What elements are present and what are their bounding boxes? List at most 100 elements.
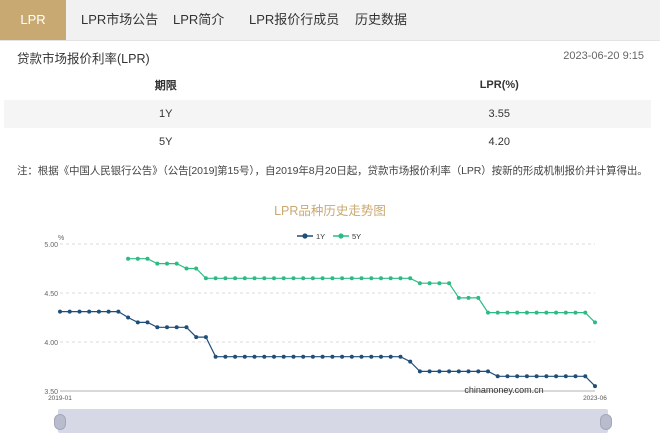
data-point-1y[interactable] [272,354,276,359]
data-point-5y[interactable] [330,276,335,281]
data-point-1y[interactable] [573,374,578,379]
data-point-1y[interactable] [359,354,364,359]
data-point-1y[interactable] [291,354,296,359]
data-point-5y[interactable] [524,310,529,315]
data-point-1y[interactable] [544,374,549,379]
data-point-1y[interactable] [242,354,247,359]
data-point-1y[interactable] [515,374,520,379]
data-point-5y[interactable] [272,276,276,281]
data-point-5y[interactable] [583,310,588,315]
data-point-5y[interactable] [349,276,354,281]
data-point-5y[interactable] [388,276,393,281]
legend-1y-label[interactable]: 1Y [316,232,325,241]
data-point-1y[interactable] [369,354,374,359]
data-point-5y[interactable] [174,261,179,266]
data-point-1y[interactable] [554,374,559,379]
data-point-1y[interactable] [524,374,529,379]
data-point-5y[interactable] [242,276,247,281]
data-point-1y[interactable] [408,359,413,364]
data-point-1y[interactable] [330,354,335,359]
data-point-5y[interactable] [417,281,422,286]
data-point-1y[interactable] [87,309,92,314]
data-point-1y[interactable] [281,354,286,359]
data-point-5y[interactable] [135,256,140,261]
data-point-1y[interactable] [534,374,539,379]
data-point-1y[interactable] [262,354,267,359]
data-point-1y[interactable] [252,354,257,359]
data-point-1y[interactable] [126,315,131,320]
data-point-1y[interactable] [447,369,452,374]
data-point-5y[interactable] [456,295,461,300]
data-point-5y[interactable] [301,276,306,281]
data-point-1y[interactable] [456,369,461,374]
data-point-5y[interactable] [213,276,218,281]
data-point-1y[interactable] [563,374,568,379]
data-point-1y[interactable] [349,354,354,359]
data-point-5y[interactable] [145,256,150,261]
data-point-5y[interactable] [447,281,452,286]
data-point-1y[interactable] [145,320,150,325]
data-point-5y[interactable] [486,310,490,315]
data-point-1y[interactable] [593,384,597,389]
data-point-5y[interactable] [359,276,364,281]
data-point-5y[interactable] [593,320,597,325]
data-point-5y[interactable] [476,295,481,300]
data-point-5y[interactable] [281,276,286,281]
data-point-1y[interactable] [135,320,140,325]
data-point-5y[interactable] [466,295,471,300]
chart-range-scrollbar[interactable] [54,409,612,433]
data-point-1y[interactable] [301,354,306,359]
range-end-handle[interactable] [600,414,612,430]
tab-lpr-market-announcement[interactable]: LPR市场公告 [66,0,158,40]
data-point-1y[interactable] [379,354,383,359]
data-point-1y[interactable] [174,325,179,330]
data-point-1y[interactable] [165,325,169,330]
data-point-1y[interactable] [233,354,238,359]
tab-lpr-quoting-banks[interactable]: LPR报价行成员 [234,0,340,40]
data-point-1y[interactable] [213,354,218,359]
data-point-5y[interactable] [184,266,189,271]
data-point-5y[interactable] [252,276,257,281]
data-point-1y[interactable] [310,354,315,359]
data-point-1y[interactable] [466,369,471,374]
data-point-1y[interactable] [398,354,403,359]
data-point-1y[interactable] [58,309,62,314]
data-point-5y[interactable] [505,310,510,315]
data-point-1y[interactable] [320,354,325,359]
data-point-1y[interactable] [427,369,432,374]
data-point-5y[interactable] [437,281,442,286]
data-point-1y[interactable] [476,369,481,374]
data-point-5y[interactable] [291,276,296,281]
data-point-5y[interactable] [563,310,568,315]
tab-history-data[interactable]: 历史数据 [340,0,420,40]
data-point-5y[interactable] [398,276,403,281]
data-point-1y[interactable] [495,374,500,379]
data-point-1y[interactable] [223,354,228,359]
data-point-5y[interactable] [320,276,325,281]
data-point-1y[interactable] [388,354,393,359]
range-start-handle[interactable] [54,414,66,430]
data-point-5y[interactable] [573,310,578,315]
data-point-1y[interactable] [194,335,199,340]
data-point-1y[interactable] [417,369,422,374]
tab-lpr-intro[interactable]: LPR简介 [158,0,234,40]
data-point-5y[interactable] [194,266,199,271]
data-point-5y[interactable] [126,256,131,261]
data-point-5y[interactable] [544,310,549,315]
data-point-5y[interactable] [203,276,208,281]
data-point-1y[interactable] [486,369,490,374]
data-point-1y[interactable] [67,309,72,314]
data-point-1y[interactable] [340,354,345,359]
data-point-5y[interactable] [379,276,383,281]
data-point-1y[interactable] [155,325,160,330]
data-point-1y[interactable] [203,335,208,340]
data-point-1y[interactable] [77,309,82,314]
data-point-5y[interactable] [310,276,315,281]
data-point-5y[interactable] [165,261,169,266]
tab-lpr[interactable]: LPR [0,0,66,40]
data-point-5y[interactable] [233,276,238,281]
data-point-5y[interactable] [515,310,520,315]
data-point-5y[interactable] [427,281,432,286]
data-point-5y[interactable] [495,310,500,315]
data-point-5y[interactable] [155,261,160,266]
